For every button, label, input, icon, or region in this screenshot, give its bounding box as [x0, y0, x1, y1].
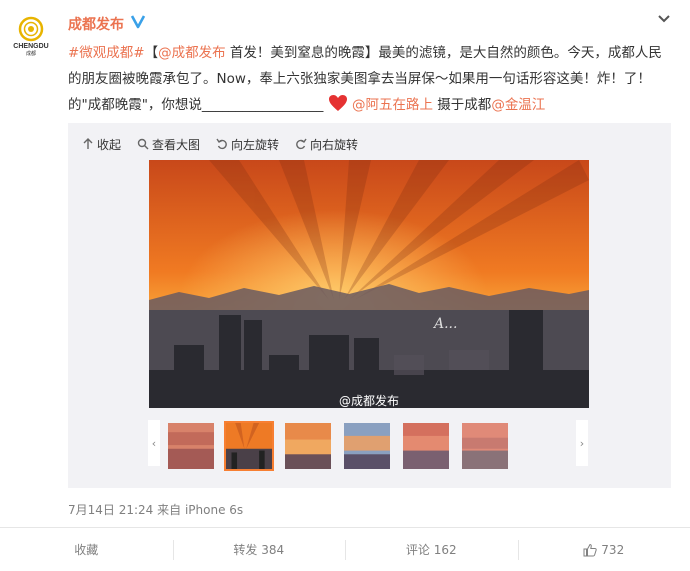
mention-editor-link[interactable]: @金温江: [491, 97, 545, 113]
comment-label: 评论 162: [405, 543, 457, 557]
repost-label: 转发 384: [233, 543, 285, 557]
favorite-button[interactable]: 收藏: [0, 528, 173, 571]
avatar-logo-subtext: 成都: [26, 50, 36, 57]
chevron-down-icon[interactable]: [655, 10, 673, 28]
heart-emoji-icon: [328, 95, 347, 111]
action-bar: 收藏 转发 384 评论 162 732: [0, 528, 690, 571]
post-text: #微观成都#【@成都发布 首发！美到窒息的晚霞】最美的滤镜，是大自然的颜色。今天…: [68, 40, 668, 118]
view-large-label: 查看大图: [152, 137, 201, 152]
comment-button[interactable]: 评论 162: [345, 528, 518, 571]
rotate-right-icon: [296, 138, 307, 150]
thumbnail-5-image: [403, 423, 449, 469]
avatar-logo-text: CHENGDU: [13, 43, 48, 50]
thumbnail-5[interactable]: [401, 421, 451, 471]
rotate-right-button[interactable]: 向右旋转: [295, 135, 358, 153]
main-photo[interactable]: A... @成都发布: [149, 160, 589, 408]
chevron-left-icon: ‹: [151, 436, 157, 450]
rotate-left-button[interactable]: 向左旋转: [216, 135, 279, 153]
verified-icon: [130, 15, 146, 29]
rotate-left-label: 向左旋转: [231, 137, 280, 152]
thumbnail-1[interactable]: [166, 421, 216, 471]
collapse-label: 收起: [97, 137, 122, 152]
thumbnail-6-image: [462, 423, 508, 469]
post-source: 来自 iPhone 6s: [157, 503, 244, 517]
thumbnail-strip: ‹ ›: [68, 418, 671, 473]
thumbnail-next-button[interactable]: ›: [576, 420, 588, 466]
media-panel: 收起 查看大图 向左旋转 向右旋转 A... @成都发布 ‹ ›: [68, 123, 671, 488]
bracket-open: 【: [144, 45, 159, 61]
like-count: 732: [601, 542, 625, 557]
chengdu-logo-icon: CHENGDU 成都: [13, 16, 49, 57]
post-timestamp-link[interactable]: 7月14日 21:24: [68, 503, 153, 517]
avatar[interactable]: CHENGDU 成都: [8, 12, 54, 58]
user-name-link[interactable]: 成都发布: [68, 14, 124, 34]
search-icon: [137, 138, 149, 150]
thumbnail-1-image: [168, 423, 214, 469]
post-meta: 7月14日 21:24 来自 iPhone 6s: [68, 501, 243, 518]
thumbnail-6[interactable]: [460, 421, 510, 471]
thumbs-up-icon: [583, 543, 597, 556]
thumbnail-2-image: [226, 423, 272, 469]
thumbnail-2[interactable]: [224, 421, 274, 471]
sunset-photo: A...: [149, 160, 589, 408]
collapse-button[interactable]: 收起: [82, 135, 121, 153]
arrow-up-icon: [83, 138, 93, 149]
thumbnail-3[interactable]: [283, 421, 333, 471]
mention-photographer-link[interactable]: @阿五在路上: [352, 97, 433, 113]
media-toolbar: 收起 查看大图 向左旋转 向右旋转: [82, 135, 358, 153]
chevron-right-icon: ›: [579, 436, 585, 450]
like-button[interactable]: 732: [517, 528, 690, 571]
photo-signature: A...: [432, 316, 457, 332]
view-large-button[interactable]: 查看大图: [137, 135, 200, 153]
repost-button[interactable]: 转发 384: [172, 528, 346, 571]
rotate-right-label: 向右旋转: [310, 137, 359, 152]
favorite-label: 收藏: [74, 543, 99, 557]
photo-watermark: @成都发布: [339, 394, 400, 408]
thumbnail-4[interactable]: [342, 421, 392, 471]
thumbnail-4-image: [344, 423, 390, 469]
post-middle-text: 摄于成都: [433, 97, 492, 113]
rotate-left-icon: [216, 138, 227, 150]
mention-source-link[interactable]: @成都发布: [158, 45, 226, 61]
hashtag-link[interactable]: #微观成都#: [68, 45, 145, 61]
thumbnail-3-image: [285, 423, 331, 469]
thumbnail-prev-button[interactable]: ‹: [148, 420, 160, 466]
weibo-post-card: CHENGDU 成都 成都发布 #微观成都#【@成都发布 首发！美到窒息的晚霞】…: [0, 0, 690, 571]
